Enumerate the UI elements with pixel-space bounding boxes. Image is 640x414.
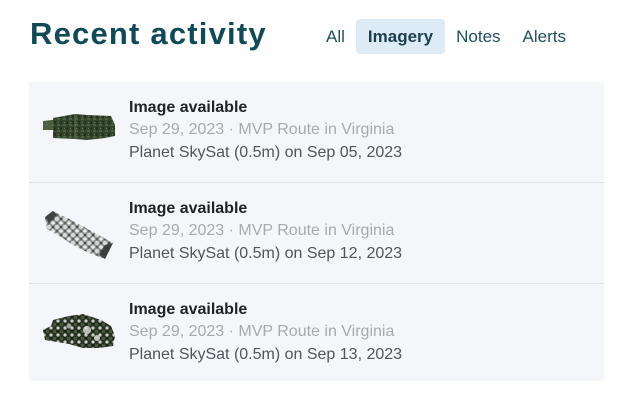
satellite-image-strip-icon bbox=[43, 314, 115, 348]
list-item[interactable]: Image available Sep 29, 2023 · MVP Route… bbox=[29, 284, 604, 381]
activity-detail: Planet SkySat (0.5m) on Sep 05, 2023 bbox=[129, 144, 403, 161]
satellite-image-strip-icon bbox=[45, 211, 113, 259]
activity-title: Image available bbox=[129, 301, 248, 318]
activity-header: Recent activity All Imagery Notes Alerts bbox=[0, 0, 640, 72]
tab-imagery[interactable]: Imagery bbox=[355, 19, 446, 54]
page-title: Recent activity bbox=[30, 16, 267, 51]
activity-title: Image available bbox=[129, 99, 248, 116]
activity-meta: Sep 29, 2023 · MVP Route in Virginia bbox=[129, 222, 395, 239]
list-item[interactable]: Image available Sep 29, 2023 · MVP Route… bbox=[29, 82, 604, 183]
activity-filter-tabs: All Imagery Notes Alerts bbox=[315, 19, 577, 54]
activity-detail: Planet SkySat (0.5m) on Sep 12, 2023 bbox=[129, 245, 403, 262]
activity-list: Image available Sep 29, 2023 · MVP Route… bbox=[29, 82, 604, 381]
activity-detail: Planet SkySat (0.5m) on Sep 13, 2023 bbox=[129, 346, 403, 363]
activity-meta: Sep 29, 2023 · MVP Route in Virginia bbox=[129, 323, 395, 340]
tab-alerts[interactable]: Alerts bbox=[512, 19, 577, 54]
activity-title: Image available bbox=[129, 200, 248, 217]
satellite-image-strip-icon bbox=[43, 114, 115, 140]
tab-notes[interactable]: Notes bbox=[445, 19, 511, 54]
tab-all[interactable]: All bbox=[315, 19, 356, 54]
list-item[interactable]: Image available Sep 29, 2023 · MVP Route… bbox=[29, 183, 604, 284]
activity-meta: Sep 29, 2023 · MVP Route in Virginia bbox=[129, 121, 395, 138]
